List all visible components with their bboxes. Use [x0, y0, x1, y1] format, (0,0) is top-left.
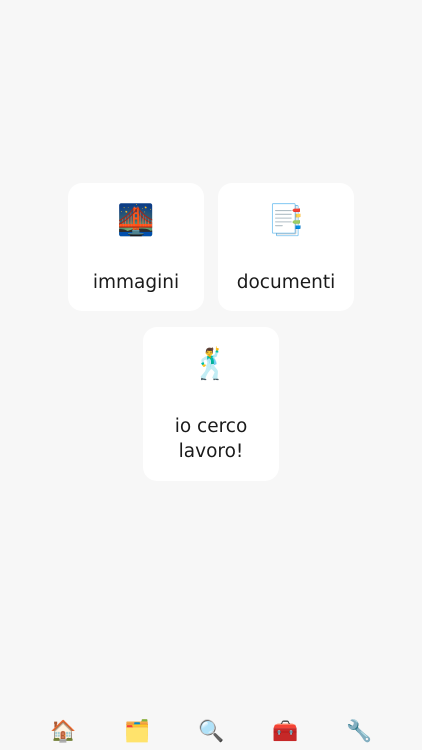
- images-card[interactable]: 🌉 immagini: [68, 183, 204, 311]
- dancing-man-icon: 🕺: [192, 347, 230, 382]
- job-search-card[interactable]: 🕺 io cerco lavoro!: [143, 327, 279, 481]
- home-tab-house-icon[interactable]: 🏠: [50, 718, 76, 744]
- search-tab-magnifying-glass-icon[interactable]: 🔍: [198, 718, 224, 744]
- tools-tab-toolbox-icon[interactable]: 🧰: [272, 718, 298, 744]
- files-tab-folder-icon[interactable]: 🗂️: [124, 718, 150, 744]
- app-screen: 🌉 immagini 📑 documenti 🕺 io cerco lavoro…: [0, 0, 422, 750]
- documents-card[interactable]: 📑 documenti: [218, 183, 354, 311]
- images-card-label: immagini: [92, 272, 180, 293]
- bridge-at-night-icon: 🌉: [117, 203, 155, 238]
- documents-card-label: documenti: [236, 272, 336, 293]
- bookmark-tabs-document-icon: 📑: [267, 203, 305, 238]
- bottom-tab-bar: 🏠 🗂️ 🔍 🧰 🔧: [0, 716, 422, 750]
- job-search-card-label: io cerco lavoro!: [174, 416, 248, 462]
- settings-tab-wrench-icon[interactable]: 🔧: [346, 718, 372, 744]
